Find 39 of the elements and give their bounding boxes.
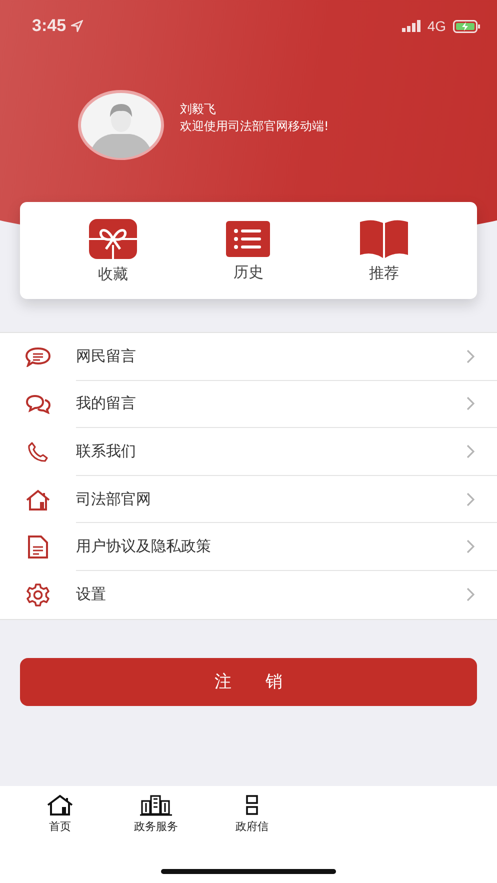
location-icon bbox=[71, 20, 84, 32]
tab-item[interactable]: 政府信 bbox=[204, 794, 300, 834]
book-icon bbox=[360, 220, 408, 258]
tab-item[interactable]: 政务服务 bbox=[108, 794, 204, 834]
avatar[interactable] bbox=[78, 90, 164, 160]
logout-button[interactable]: 注 销 bbox=[20, 658, 477, 706]
menu-item[interactable]: 我的留言 bbox=[0, 380, 497, 428]
house-icon bbox=[25, 488, 51, 511]
chevron-icon bbox=[466, 539, 475, 554]
building-icon bbox=[140, 794, 172, 816]
message-icon bbox=[25, 346, 51, 367]
signal-icon bbox=[402, 20, 422, 32]
menu-item[interactable]: 网民留言 bbox=[0, 333, 497, 381]
welcome-text: 欢迎使用司法部官网移动端! bbox=[180, 118, 329, 134]
chat-icon bbox=[25, 394, 51, 414]
home-icon bbox=[45, 794, 75, 816]
list-icon bbox=[226, 220, 270, 256]
chevron-icon bbox=[466, 396, 475, 412]
chevron-icon bbox=[466, 587, 475, 602]
document-icon bbox=[27, 535, 49, 560]
chevron-icon bbox=[466, 444, 475, 459]
status-time: 3:45 bbox=[32, 16, 66, 36]
shortcut-button[interactable]: 推荐 bbox=[360, 220, 408, 282]
phone-icon bbox=[27, 440, 49, 463]
network-label: 4G bbox=[427, 18, 446, 34]
settings-icon bbox=[26, 582, 50, 607]
shortcut-button[interactable]: 历史 bbox=[226, 220, 270, 280]
gift-icon bbox=[88, 218, 137, 258]
menu-item[interactable]: 用户协议及隐私政策 bbox=[0, 523, 497, 571]
menu-item[interactable]: 联系我们 bbox=[0, 428, 497, 476]
battery-icon bbox=[453, 20, 481, 32]
tab-item[interactable]: 首页 bbox=[12, 794, 108, 834]
shortcut-button[interactable]: 收藏 bbox=[88, 218, 137, 282]
chevron-icon bbox=[466, 492, 475, 507]
menu-item[interactable]: 司法部官网 bbox=[0, 476, 497, 524]
menu-item[interactable]: 设置 bbox=[0, 570, 497, 619]
chevron-icon bbox=[466, 348, 475, 364]
user-name: 刘毅飞 bbox=[180, 100, 217, 116]
grid-icon bbox=[245, 794, 259, 816]
